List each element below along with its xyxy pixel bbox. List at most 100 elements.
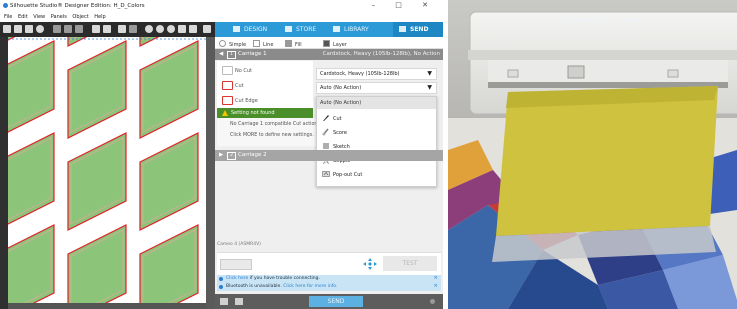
app-logo-icon	[3, 3, 8, 8]
option-cut[interactable]: Cut	[217, 78, 313, 92]
status-dot-icon	[430, 299, 435, 304]
action-select[interactable]: Auto (No Action) ▼	[316, 82, 437, 94]
carriage-1-material: Cardstock, Heavy (105lb-128lb), No Actio…	[322, 51, 440, 57]
fit-icon[interactable]	[189, 25, 197, 33]
mode-simple[interactable]: Simple	[219, 40, 246, 48]
cutter-photo: SILHOUETTE CAMEO	[448, 0, 737, 309]
connection-info-bar: Click here if you have trouble connectin…	[217, 275, 441, 283]
line-mode-icon	[253, 40, 260, 47]
carriage-2-label: Carriage 2	[238, 152, 267, 158]
design-canvas[interactable]	[8, 37, 206, 303]
send-icon	[399, 26, 406, 32]
warning-body: No Carriage 1 compatible Cut action was …	[217, 118, 328, 146]
option-no-cut[interactable]: No Cut	[217, 63, 313, 77]
close-icon[interactable]: ×	[433, 283, 438, 289]
option-cut-edge-label: Cut Edge	[235, 98, 258, 104]
connection-info-message: if you have trouble connecting.	[248, 276, 320, 281]
cut-shapes-preview	[8, 37, 206, 303]
machine-select[interactable]	[220, 259, 252, 270]
carriage-2-header[interactable]: ▶ 2 Carriage 2	[215, 150, 443, 161]
paste-icon[interactable]	[75, 25, 83, 33]
cut-options: No Cut Cut Cut Edge	[217, 61, 313, 108]
pan-icon[interactable]	[178, 25, 186, 33]
sketch-grid-icon	[323, 143, 329, 149]
send-bottom-bar: SEND	[215, 294, 443, 309]
draw-icon[interactable]	[118, 25, 126, 33]
tab-store[interactable]: STORE	[285, 22, 325, 37]
blade-icon	[323, 115, 329, 121]
fill-mode-icon	[285, 40, 292, 47]
window-controls[interactable]: – □ ✕	[372, 1, 437, 9]
carriage-1-number: 1	[227, 51, 236, 59]
menu-file[interactable]: File	[4, 14, 12, 20]
tab-send-label: SEND	[410, 26, 429, 33]
machine-icon[interactable]	[220, 298, 228, 305]
popout-cut-icon	[322, 171, 330, 177]
tab-send[interactable]: SEND	[393, 22, 443, 37]
connection-help-link[interactable]: Click here	[226, 276, 248, 281]
mode-layer-label: Layer	[333, 42, 347, 48]
dropdown-option-popout-cut[interactable]: Pop-out Cut	[317, 167, 436, 181]
menu-bar: File Edit View Panels Object Help	[0, 12, 443, 22]
collapse-arrow-icon: ◀	[219, 51, 224, 57]
info-icon	[219, 285, 223, 289]
machine-label: Cameo 4 (ASMR4V)	[217, 242, 261, 247]
send-button[interactable]: SEND	[309, 296, 363, 307]
machine-brand-label: SILHOUETTE CAMEO	[560, 16, 641, 24]
carriage-1-header[interactable]: ◀ 1 Carriage 1 Cardstock, Heavy (105lb-1…	[215, 49, 443, 60]
library-icon	[333, 26, 340, 32]
redo-icon[interactable]	[103, 25, 111, 33]
send-mode-bar: Simple Line Fill Layer	[215, 37, 443, 49]
title-bar: Silhouette Studio® Designer Edition: H_D…	[0, 0, 443, 12]
undo-icon[interactable]	[92, 25, 100, 33]
save-icon[interactable]	[25, 25, 33, 33]
dropdown-option-cut-label: Cut	[333, 116, 342, 122]
bluetooth-help-link[interactable]: Click here for more info.	[283, 284, 337, 289]
menu-object[interactable]: Object	[72, 14, 88, 20]
option-no-cut-label: No Cut	[235, 68, 253, 74]
warning-line-1: No Carriage 1 compatible Cut action was	[230, 122, 329, 127]
quick-access-toolbar	[0, 22, 215, 37]
settings-icon[interactable]	[235, 298, 243, 305]
test-button[interactable]: TEST	[383, 256, 437, 271]
menu-help[interactable]: Help	[94, 14, 105, 20]
cut-icon[interactable]	[53, 25, 61, 33]
menu-view[interactable]: View	[33, 14, 45, 20]
disc-icon[interactable]	[36, 25, 44, 33]
material-select[interactable]: Cardstock, Heavy (105lb-128lb) ▼	[316, 68, 437, 80]
dropdown-option-cut[interactable]: Cut	[317, 111, 436, 125]
warning-line-2: Click MORE to define new settings.	[230, 133, 314, 138]
mode-fill[interactable]: Fill	[285, 40, 302, 48]
no-cut-icon	[222, 66, 233, 75]
option-cut-edge[interactable]: Cut Edge	[217, 93, 313, 107]
tab-library[interactable]: LIBRARY	[333, 22, 383, 37]
mode-fill-label: Fill	[295, 42, 302, 48]
zoom-in-icon[interactable]	[145, 25, 153, 33]
menu-panels[interactable]: Panels	[51, 14, 67, 20]
mode-line[interactable]: Line	[253, 40, 273, 48]
dropdown-option-score[interactable]: Score	[317, 125, 436, 139]
zoom-out-icon[interactable]	[156, 25, 164, 33]
menu-edit[interactable]: Edit	[18, 14, 28, 20]
score-tool-icon	[322, 128, 329, 136]
dropdown-header-label: Auto (No Action)	[320, 100, 362, 106]
zoom-select-icon[interactable]	[167, 25, 175, 33]
canvas-vertical-scrollbar[interactable]	[206, 37, 215, 309]
action-select-value: Auto (No Action)	[320, 85, 362, 91]
machine-controls: TEST	[217, 252, 441, 275]
design-icon	[233, 26, 240, 32]
left-tool-strip[interactable]	[0, 37, 8, 309]
tab-design-label: DESIGN	[244, 26, 268, 33]
new-file-icon[interactable]	[3, 25, 11, 33]
tab-design[interactable]: DESIGN	[233, 22, 277, 37]
move-arrows-icon[interactable]	[363, 258, 377, 270]
grid-icon[interactable]	[203, 25, 211, 33]
dropdown-option-auto[interactable]: Auto (No Action)	[317, 97, 436, 109]
copy-icon[interactable]	[64, 25, 72, 33]
delete-icon[interactable]	[129, 25, 137, 33]
mode-layer[interactable]: Layer	[323, 40, 347, 48]
canvas-horizontal-scrollbar[interactable]	[8, 303, 206, 309]
main-nav: DESIGN STORE LIBRARY SEND	[215, 22, 443, 37]
close-icon[interactable]: ×	[433, 275, 438, 281]
open-file-icon[interactable]	[14, 25, 22, 33]
